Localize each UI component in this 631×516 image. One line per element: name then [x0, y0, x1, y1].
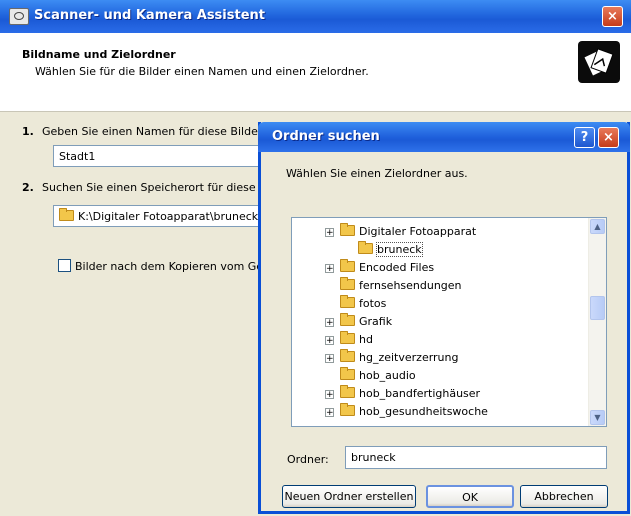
tree-item-label: Digitaler Fotoapparat	[359, 225, 477, 238]
folder-tree[interactable]: + Digitaler Fotoapparat bruneck + Encoded Fi…	[291, 217, 607, 427]
tree-item[interactable]: + Digitaler Fotoapparat	[325, 223, 476, 241]
header-subtitle: Wählen Sie für die Bilder einen Namen un…	[35, 65, 369, 78]
folder-icon	[340, 223, 355, 236]
destination-path: K:\Digitaler Fotoapparat\bruneck	[78, 210, 259, 223]
folder-icon	[340, 349, 355, 362]
expand-icon[interactable]: +	[325, 354, 334, 364]
window-title: Scanner- und Kamera Assistent	[34, 8, 265, 23]
step2-label: 2. Suchen Sie einen Speicherort für diese…	[22, 181, 262, 194]
tree-item-label: fernsehsendungen	[359, 279, 462, 292]
expand-icon[interactable]: +	[325, 390, 334, 400]
folder-icon	[340, 313, 355, 326]
step1-number: 1.	[22, 125, 34, 138]
delete-after-copy-checkbox[interactable]	[58, 259, 71, 272]
expand-icon[interactable]: +	[325, 228, 334, 238]
dialog-instruction: Wählen Sie einen Zielordner aus.	[286, 167, 468, 180]
folder-icon	[340, 403, 355, 416]
tree-item[interactable]: bruneck	[358, 241, 423, 259]
tree-item-label: Encoded Files	[359, 261, 435, 274]
cancel-button[interactable]: Abbrechen	[520, 485, 608, 508]
tree-item[interactable]: fotos	[340, 295, 386, 313]
tree-item[interactable]: + hob_bandfertighäuser	[325, 385, 480, 403]
checkbox-label: Bilder nach dem Kopieren vom Gerät	[75, 260, 279, 273]
scroll-thumb[interactable]	[590, 296, 605, 320]
step1-text: Geben Sie einen Namen für diese Bilder	[42, 125, 263, 138]
tree-item-label: hob_bandfertighäuser	[359, 387, 481, 400]
tree-item-label: fotos	[359, 297, 387, 310]
expand-icon[interactable]: +	[325, 318, 334, 328]
tree-item[interactable]: + Grafik	[325, 313, 392, 331]
tree-item-label: bruneck	[376, 242, 423, 257]
tree-item[interactable]: + hd	[325, 331, 373, 349]
step2-text: Suchen Sie einen Speicherort für diese I	[42, 181, 263, 194]
folder-field-label: Ordner:	[287, 453, 329, 466]
folder-icon	[340, 385, 355, 398]
header-title: Bildname und Zielordner	[22, 48, 176, 61]
camera-icon	[9, 8, 29, 25]
tree-item[interactable]: + hob_gesundheitswoche	[325, 403, 488, 421]
window-close-button[interactable]: ×	[602, 6, 623, 27]
wizard-photo-icon	[578, 41, 620, 83]
tree-item-label: hd	[359, 333, 373, 346]
tree-item[interactable]: + hg_zeitverzerrung	[325, 349, 458, 367]
wizard-titlebar[interactable]: Scanner- und Kamera Assistent ×	[0, 0, 631, 33]
dialog-title: Ordner suchen	[272, 129, 380, 144]
expand-icon[interactable]: +	[325, 408, 334, 418]
folder-icon	[340, 295, 355, 308]
expand-icon[interactable]: +	[325, 336, 334, 346]
scroll-up-button[interactable]: ▲	[590, 219, 605, 234]
tree-item-label: hg_zeitverzerrung	[359, 351, 459, 364]
dialog-titlebar[interactable]: Ordner suchen ? ×	[258, 122, 630, 152]
delete-after-copy-option[interactable]: Bilder nach dem Kopieren vom Gerät	[58, 259, 279, 273]
wizard-header: Bildname und Zielordner Wählen Sie für d…	[0, 33, 631, 112]
tree-item-label: hob_gesundheitswoche	[359, 405, 488, 418]
folder-icon	[358, 241, 373, 254]
folder-name-input[interactable]: bruneck	[345, 446, 607, 469]
folder-icon	[340, 277, 355, 290]
step1-label: 1. Geben Sie einen Namen für diese Bilder	[22, 125, 262, 138]
tree-item[interactable]: + Encoded Files	[325, 259, 434, 277]
help-button[interactable]: ?	[574, 127, 595, 148]
folder-icon	[340, 367, 355, 380]
scroll-down-button[interactable]: ▼	[590, 410, 605, 425]
step2-number: 2.	[22, 181, 34, 194]
ok-button[interactable]: OK	[426, 485, 514, 508]
expand-icon[interactable]: +	[325, 264, 334, 274]
folder-icon	[340, 331, 355, 344]
folder-icon	[59, 208, 74, 221]
destination-folder-field[interactable]: K:\Digitaler Fotoapparat\bruneck	[53, 205, 263, 227]
folder-icon	[340, 259, 355, 272]
tree-item-label: Grafik	[359, 315, 393, 328]
dialog-close-button[interactable]: ×	[598, 127, 619, 148]
tree-item-label: hob_audio	[359, 369, 416, 382]
image-name-input[interactable]: Stadt1	[53, 145, 263, 167]
tree-item[interactable]: hob_audio	[340, 367, 416, 385]
tree-scrollbar[interactable]: ▲ ▼	[588, 218, 606, 426]
new-folder-button[interactable]: Neuen Ordner erstellen	[282, 485, 416, 508]
tree-item[interactable]: fernsehsendungen	[340, 277, 462, 295]
